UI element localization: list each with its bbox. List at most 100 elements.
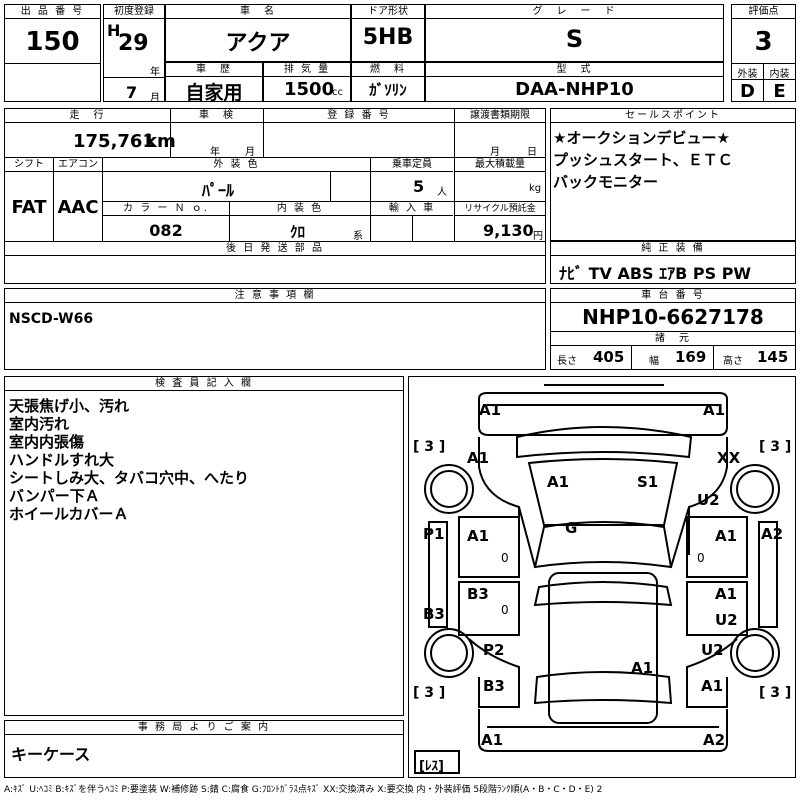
sales-point-box: セールスポイント ★オークションデビュー★ プッシュスタート、ＥＴＣ バックモニ… [550,108,796,241]
reg-month: 7 [126,83,138,102]
lot-number: 150 [25,27,80,57]
inspector-line: ホイールカバーＡ [9,505,129,523]
mark-tire-rr: [ 3 ] [759,685,792,701]
score-box: 評価点 3 外装 内装 D E [731,4,796,102]
mark-door-rr: A1 [715,585,738,603]
mark-front-right: A1 [703,401,726,419]
office-box: 事 務 局 よ り ご 案 内 キーケース [4,720,404,778]
mark-windshield: G [565,519,578,537]
equipment-label: 純 正 装 備 [551,242,795,256]
grade: S [565,25,584,53]
fuel-label: 燃 料 [352,63,424,77]
inspector-line: 室内汚れ [9,415,70,433]
mark-tire-fl: [ 3 ] [413,439,446,455]
score-label: 評価点 [732,5,795,19]
width: 169 [675,348,707,366]
office-text: キーケース [11,745,91,764]
sales-line: プッシュスタート、ＥＴＣ [553,151,733,169]
month-unit: 月 [150,93,160,104]
mark-hood-right: S1 [637,473,659,491]
ac: AAC [57,197,99,218]
door-type: 5HB [362,25,414,50]
height-label: 高さ [723,356,743,367]
chassis-label: 車 台 番 号 [551,289,795,303]
intcolor-label: 内 装 色 [230,202,370,216]
color-number: 082 [149,221,183,240]
capacity: 5 [413,177,425,196]
mark-sill-left: B3 [423,605,445,623]
mark-fender-left: A1 [467,449,490,467]
displacement-label: 排 気 量 [264,63,350,77]
inspector-box: 検 査 員 記 入 欄 天張焦げ小、汚れ 室内汚れ 室内内張傷 ハンドルすれ大 … [4,376,404,716]
grade-label: グ レ ー ド [426,5,723,19]
ext-score: D [740,81,755,102]
spec-label: 諸 元 [551,332,795,346]
ac-label: エアコン [54,158,102,172]
exterior-color: ﾊﾟｰﾙ [201,181,234,200]
first-reg-label: 初度登録 [104,5,164,19]
mark-u2: U2 [697,491,720,509]
recycle-fee: 9,130 [483,221,534,240]
score: 3 [754,27,773,57]
car-diagram: A1 A1 [ 3 ] [ 3 ] A1 XX A1 S1 U2 G P1 A2… [408,376,796,778]
reg-year: 29 [118,31,149,56]
displacement: 1500 [284,79,335,100]
inspector-line: 天張焦げ小、汚れ [9,397,130,415]
load-unit: kg [529,183,542,194]
capacity-label: 乗車定員 [371,158,453,172]
width-label: 幅 [649,356,659,367]
later-parts-label: 後 日 発 送 部 品 [5,242,545,256]
caution-label: 注 意 事 項 欄 [5,289,545,303]
recycle-unit: 円 [533,231,543,242]
car-name: アクア [225,31,291,56]
length: 405 [593,348,625,366]
colorno-label: カ ラ ー Ｎ ｏ. [103,202,229,216]
fuel-box: 燃 料 ｶﾞｿﾘﾝ [351,62,425,102]
caution-text: NSCD-W66 [9,311,94,327]
km-unit: km [145,131,176,152]
mark-tire-fr: [ 3 ] [759,439,792,455]
mark-rear-fender-left-2: B3 [483,677,505,695]
mark-u2-rear-right: U2 [701,641,724,659]
history: 自家用 [185,82,243,104]
mark-rear-bumper-right: A2 [703,731,726,749]
first-registration-box: 初度登録 H 29 年 7 月 [103,4,165,104]
model-label: 型 式 [426,63,723,77]
color-label: 外 装 色 [103,158,370,172]
mark-hood-left: A1 [547,473,570,491]
load-label: 最大積載量 [455,158,545,172]
import-label: 輸 入 車 [371,202,453,216]
mark-fender-right: XX [717,449,741,467]
mark-door-fl: A1 [467,527,490,545]
sales-line: バックモニター [553,173,659,191]
capacity-unit: 人 [437,187,447,198]
mark-trunk: A1 [631,659,654,677]
equipment: ﾅﾋﾞ TV ABS ｴｱB PS PW [559,264,752,283]
inspector-line: バンパー下Ａ [9,487,100,505]
ext-label: 外装 [737,69,758,80]
sales-line: ★オークションデビュー★ [553,129,730,147]
door-label: ドア形状 [352,5,424,19]
mark-u2-rear: U2 [715,611,738,629]
mark-rear-right: A1 [701,677,724,695]
history-label: 車 歴 [166,63,262,77]
legend: A:ｷｽﾞ U:ﾍｺﾐ B:ｷｽﾞを伴うﾍｺﾐ P:要塗装 W:補修跡 S:錆 … [4,785,603,795]
office-label: 事 務 局 よ り ご 案 内 [5,721,403,735]
interior-color: ｸﾛ [290,223,306,241]
mark-door-fr: A1 [715,527,738,545]
name-box: 車 名 アクア [165,4,351,62]
cc-unit: cc [332,87,343,98]
mark-spare: [ﾚｽ] [419,759,444,774]
insp-year-unit: 年 [210,147,220,158]
shift: FAT [11,197,47,218]
transfer-day-unit: 日 [527,147,537,158]
transfer-label: 譲渡書類期限 [455,109,545,123]
mark-zero: 0 [501,603,509,617]
shift-label: シフト [5,158,53,172]
chassis-box: 車 台 番 号 NHP10-6627178 諸 元 長さ 405 幅 169 高… [550,288,796,370]
grade-box: グ レ ー ド S [425,4,724,62]
chassis-number: NHP10-6627178 [582,305,764,329]
displacement-box: 排 気 量 1500 cc [263,62,351,102]
mark-door-rl: B3 [467,585,489,603]
mark-zero: 0 [697,551,705,565]
